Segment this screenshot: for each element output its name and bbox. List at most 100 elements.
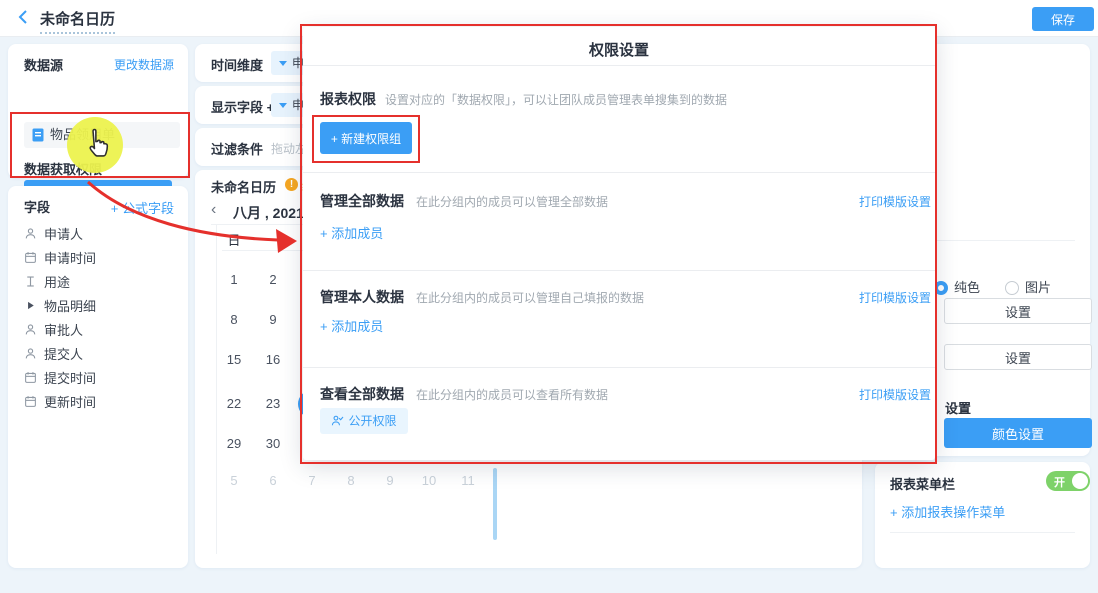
day-cell-next-month[interactable]: 10	[415, 473, 443, 488]
field-item[interactable]: 提交时间	[24, 366, 184, 388]
day-cell[interactable]: 1	[220, 272, 248, 287]
warning-icon: !	[285, 178, 298, 191]
field-item[interactable]: 用途	[24, 270, 184, 292]
day-cell[interactable]: 22	[220, 396, 248, 411]
field-item[interactable]: 审批人	[24, 318, 184, 340]
color-setting-button[interactable]: 颜色设置	[944, 418, 1092, 448]
day-cell-next-month[interactable]: 11	[454, 473, 482, 488]
radio-solid-label: 纯色	[954, 280, 980, 295]
report-permission-title: 报表权限	[320, 89, 376, 109]
setting-label: 设置	[945, 398, 971, 417]
report-permission-desc: 设置对应的「数据权限」，可以让团队成员管理表单搜集到的数据	[385, 91, 727, 108]
calendar-icon	[24, 395, 37, 408]
user-check-icon	[331, 415, 344, 426]
calendar-month: 八月 , 2021	[233, 203, 304, 223]
add-report-menu-link[interactable]: + 添加报表操作菜单	[890, 502, 1005, 521]
calendar-title: 未命名日历	[211, 177, 276, 196]
radio-solid-color[interactable]: 纯色	[934, 277, 980, 297]
scrollbar-thumb[interactable]	[493, 468, 497, 540]
save-button[interactable]: 保存	[1032, 7, 1094, 31]
divider	[890, 532, 1075, 533]
divider	[303, 367, 935, 368]
public-permission-badge[interactable]: 公开权限	[320, 408, 408, 434]
add-member-link[interactable]: + 添加成员	[320, 223, 383, 242]
weekday-header: 日	[220, 230, 248, 249]
user-icon	[24, 227, 37, 240]
field-item-label: 提交时间	[44, 368, 96, 387]
radio-image-label: 图片	[1025, 280, 1051, 295]
modal-title: 权限设置	[303, 39, 935, 60]
day-cell-next-month[interactable]: 6	[259, 473, 287, 488]
prev-month-icon[interactable]: ‹	[211, 201, 216, 219]
field-item-label: 用途	[44, 272, 70, 291]
new-permission-group-button[interactable]: + 新建权限组	[320, 122, 412, 154]
day-cell-next-month[interactable]: 7	[298, 473, 326, 488]
report-menu-card: 报表菜单栏 开 + 添加报表操作菜单	[875, 462, 1090, 568]
report-menu-toggle[interactable]: 开	[1046, 471, 1090, 491]
day-cell[interactable]: 2	[259, 272, 287, 287]
print-template-link[interactable]: 打印模版设置	[859, 193, 931, 210]
field-item-label: 申请时间	[44, 248, 96, 267]
group-name: 管理全部数据在此分组内的成员可以管理全部数据	[320, 191, 608, 211]
field-item-label: 提交人	[44, 344, 83, 363]
permission-settings-modal: 权限设置 报表权限 设置对应的「数据权限」，可以让团队成员管理表单搜集到的数据 …	[303, 27, 935, 460]
field-item[interactable]: 申请时间	[24, 246, 184, 268]
chevron-down-icon	[279, 61, 287, 66]
page-title[interactable]: 未命名日历	[40, 8, 115, 34]
radio-selected-icon	[934, 281, 948, 295]
filter-label: 过滤条件	[211, 139, 263, 158]
hand-cursor-icon	[80, 127, 114, 163]
day-cell[interactable]: 16	[259, 352, 287, 367]
field-item[interactable]: 物品明细	[24, 294, 184, 316]
day-cell[interactable]: 23	[259, 396, 287, 411]
group-desc: 在此分组内的成员可以管理全部数据	[416, 195, 608, 209]
field-item[interactable]: 更新时间	[24, 390, 184, 412]
display-fields-label: 显示字段 +	[211, 97, 274, 116]
day-cell[interactable]: 9	[259, 312, 287, 327]
field-item-label: 物品明细	[44, 296, 96, 315]
group-desc: 在此分组内的成员可以管理自己填报的数据	[416, 291, 644, 305]
day-cell[interactable]: 30	[259, 436, 287, 451]
report-menu-title: 报表菜单栏	[890, 474, 955, 493]
day-cell-next-month[interactable]: 5	[220, 473, 248, 488]
field-item[interactable]: 申请人	[24, 222, 184, 244]
add-member-link[interactable]: + 添加成员	[320, 316, 383, 335]
user-icon	[24, 347, 37, 360]
fields-title: 字段	[24, 197, 50, 216]
field-item-label: 审批人	[44, 320, 83, 339]
calendar-icon	[24, 251, 37, 264]
back-icon[interactable]	[16, 9, 32, 25]
datasource-title: 数据源	[24, 55, 63, 74]
group-name: 管理本人数据在此分组内的成员可以管理自己填报的数据	[320, 287, 644, 307]
divider	[303, 172, 935, 173]
toggle-on-label: 开	[1054, 474, 1065, 490]
radio-unselected-icon	[1005, 281, 1019, 295]
formula-field-link[interactable]: + 公式字段	[111, 198, 174, 217]
toggle-knob	[1072, 473, 1088, 489]
public-permission-label: 公开权限	[348, 414, 396, 428]
field-item-label: 申请人	[44, 224, 83, 243]
day-cell-next-month[interactable]: 9	[376, 473, 404, 488]
user-icon	[24, 323, 37, 336]
day-cell-next-month[interactable]: 8	[337, 473, 365, 488]
group-desc: 在此分组内的成员可以查看所有数据	[416, 388, 608, 402]
divider	[303, 270, 935, 271]
group-name: 查看全部数据在此分组内的成员可以查看所有数据	[320, 384, 608, 404]
grid-left-border	[216, 224, 217, 554]
print-template-link[interactable]: 打印模版设置	[859, 386, 931, 403]
radio-image[interactable]: 图片	[1005, 277, 1051, 297]
day-cell[interactable]: 29	[220, 436, 248, 451]
change-datasource-link[interactable]: 更改数据源	[114, 56, 174, 73]
text-icon	[24, 275, 37, 288]
day-cell[interactable]: 8	[220, 312, 248, 327]
day-cell[interactable]: 15	[220, 352, 248, 367]
fields-card: 字段 + 公式字段 申请人 申请时间 用途 物品明细 审批人 提交人 提交时间	[8, 186, 188, 568]
field-item[interactable]: 提交人	[24, 342, 184, 364]
field-item-label: 更新时间	[44, 392, 96, 411]
background-setting-button[interactable]: 设置	[944, 298, 1092, 324]
chevron-down-icon	[279, 103, 287, 108]
time-dimension-label: 时间维度	[211, 55, 263, 74]
font-setting-button[interactable]: 设置	[944, 344, 1092, 370]
file-icon	[32, 128, 44, 142]
print-template-link[interactable]: 打印模版设置	[859, 289, 931, 306]
